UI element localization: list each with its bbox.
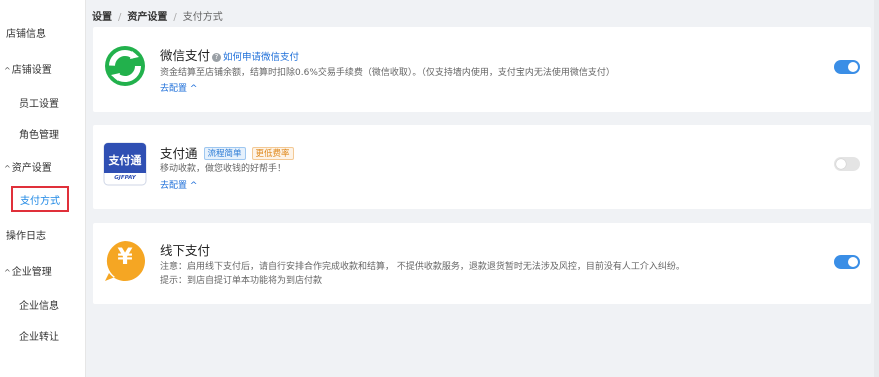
sidebar-item-role-management[interactable]: 角色管理 bbox=[19, 126, 59, 141]
zhifutong-title: 支付通 bbox=[160, 146, 198, 161]
chevron-up-icon: ^ bbox=[4, 268, 11, 277]
offline-payment-card: ¥ 线下支付 注意：启用线下支付后，请自行安排合作完成收款和结算， 不提供收款服… bbox=[93, 223, 871, 304]
breadcrumb-settings[interactable]: 设置 bbox=[92, 12, 112, 23]
sidebar-item-enterprise-transfer[interactable]: 企业转让 bbox=[19, 328, 59, 343]
wechat-pay-title-row: 微信支付? 如何申请微信支付 bbox=[160, 45, 299, 64]
zhifutong-logo-text: 支付通 bbox=[108, 154, 142, 167]
breadcrumb-asset-settings[interactable]: 资产设置 bbox=[127, 12, 167, 23]
offline-payment-title: 线下支付 bbox=[160, 243, 211, 258]
zhifutong-logo-subtext: GJFPAY bbox=[114, 175, 136, 181]
sidebar-group-label: 店铺设置 bbox=[11, 65, 52, 76]
wechat-pay-card: 微信支付? 如何申请微信支付 资金结算至店铺余额，结算时扣除0.6%交易手续费（微… bbox=[93, 27, 871, 112]
chevron-up-icon: ^ bbox=[4, 66, 11, 75]
sidebar-group-label: 资产设置 bbox=[11, 163, 52, 174]
offline-payment-hint: 提示：到店自提订单本功能将为到店付款 bbox=[160, 276, 323, 286]
sidebar-item-payment-methods[interactable]: 支付方式 bbox=[11, 186, 69, 212]
toggle-knob bbox=[848, 62, 858, 72]
zhifutong-card: 支付通 GJFPAY 支付通 流程简单 更低费率 移动收款，做您收钱的好帮手！ 去配… bbox=[93, 125, 871, 209]
breadcrumb: 设置 / 资产设置 / 支付方式 bbox=[92, 8, 223, 23]
wechat-pay-toggle[interactable] bbox=[834, 60, 860, 74]
zhifutong-description: 移动收款，做您收钱的好帮手！ bbox=[160, 164, 287, 174]
breadcrumb-separator: / bbox=[173, 12, 177, 23]
sidebar-item-staff-settings[interactable]: 员工设置 bbox=[19, 95, 59, 110]
sidebar-group-asset-settings[interactable]: ^资产设置 bbox=[4, 159, 52, 174]
chevron-up-icon: ^ bbox=[4, 164, 11, 173]
wechat-pay-config-link[interactable]: 去配置 ^ bbox=[160, 81, 197, 94]
wechat-pay-title: 微信支付 bbox=[160, 48, 211, 63]
offline-payment-notice: 注意：启用线下支付后，请自行安排合作完成收款和结算， 不提供收款服务，退款退货暂… bbox=[160, 262, 685, 272]
wechat-pay-help-link[interactable]: 如何申请微信支付 bbox=[223, 52, 299, 63]
sidebar-item-enterprise-info[interactable]: 企业信息 bbox=[19, 297, 59, 312]
sidebar-item-store-info[interactable]: 店铺信息 bbox=[6, 25, 46, 40]
offline-payment-toggle[interactable] bbox=[834, 255, 860, 269]
sidebar-item-operation-log[interactable]: 操作日志 bbox=[6, 227, 46, 242]
toggle-knob bbox=[836, 159, 846, 169]
tag-lower-rate: 更低费率 bbox=[251, 147, 294, 160]
scrollbar-track[interactable] bbox=[874, 0, 879, 377]
breadcrumb-current: 支付方式 bbox=[182, 12, 223, 23]
zhifutong-title-row: 支付通 流程简单 更低费率 bbox=[160, 143, 294, 162]
wechat-pay-logo-icon bbox=[105, 46, 145, 86]
breadcrumb-separator: / bbox=[118, 12, 122, 23]
sidebar-group-store-settings[interactable]: ^店铺设置 bbox=[4, 61, 52, 76]
sidebar-group-label: 企业管理 bbox=[11, 267, 52, 278]
sidebar-group-enterprise-management[interactable]: ^企业管理 bbox=[4, 263, 52, 278]
zhifutong-toggle[interactable] bbox=[834, 157, 860, 171]
yen-symbol: ¥ bbox=[117, 245, 133, 270]
sidebar: 店铺信息 ^店铺设置 员工设置 角色管理 ^资产设置 支付方式 操作日志 ^企业… bbox=[0, 0, 86, 377]
zhifutong-config-link[interactable]: 去配置 ^ bbox=[160, 178, 197, 191]
info-icon[interactable]: ? bbox=[212, 53, 222, 62]
wechat-pay-description: 资金结算至店铺余额，结算时扣除0.6%交易手续费（微信收取）。（仅支持墙内使用，… bbox=[160, 68, 615, 78]
tag-simple-process: 流程简单 bbox=[203, 147, 246, 160]
toggle-knob bbox=[848, 257, 858, 267]
